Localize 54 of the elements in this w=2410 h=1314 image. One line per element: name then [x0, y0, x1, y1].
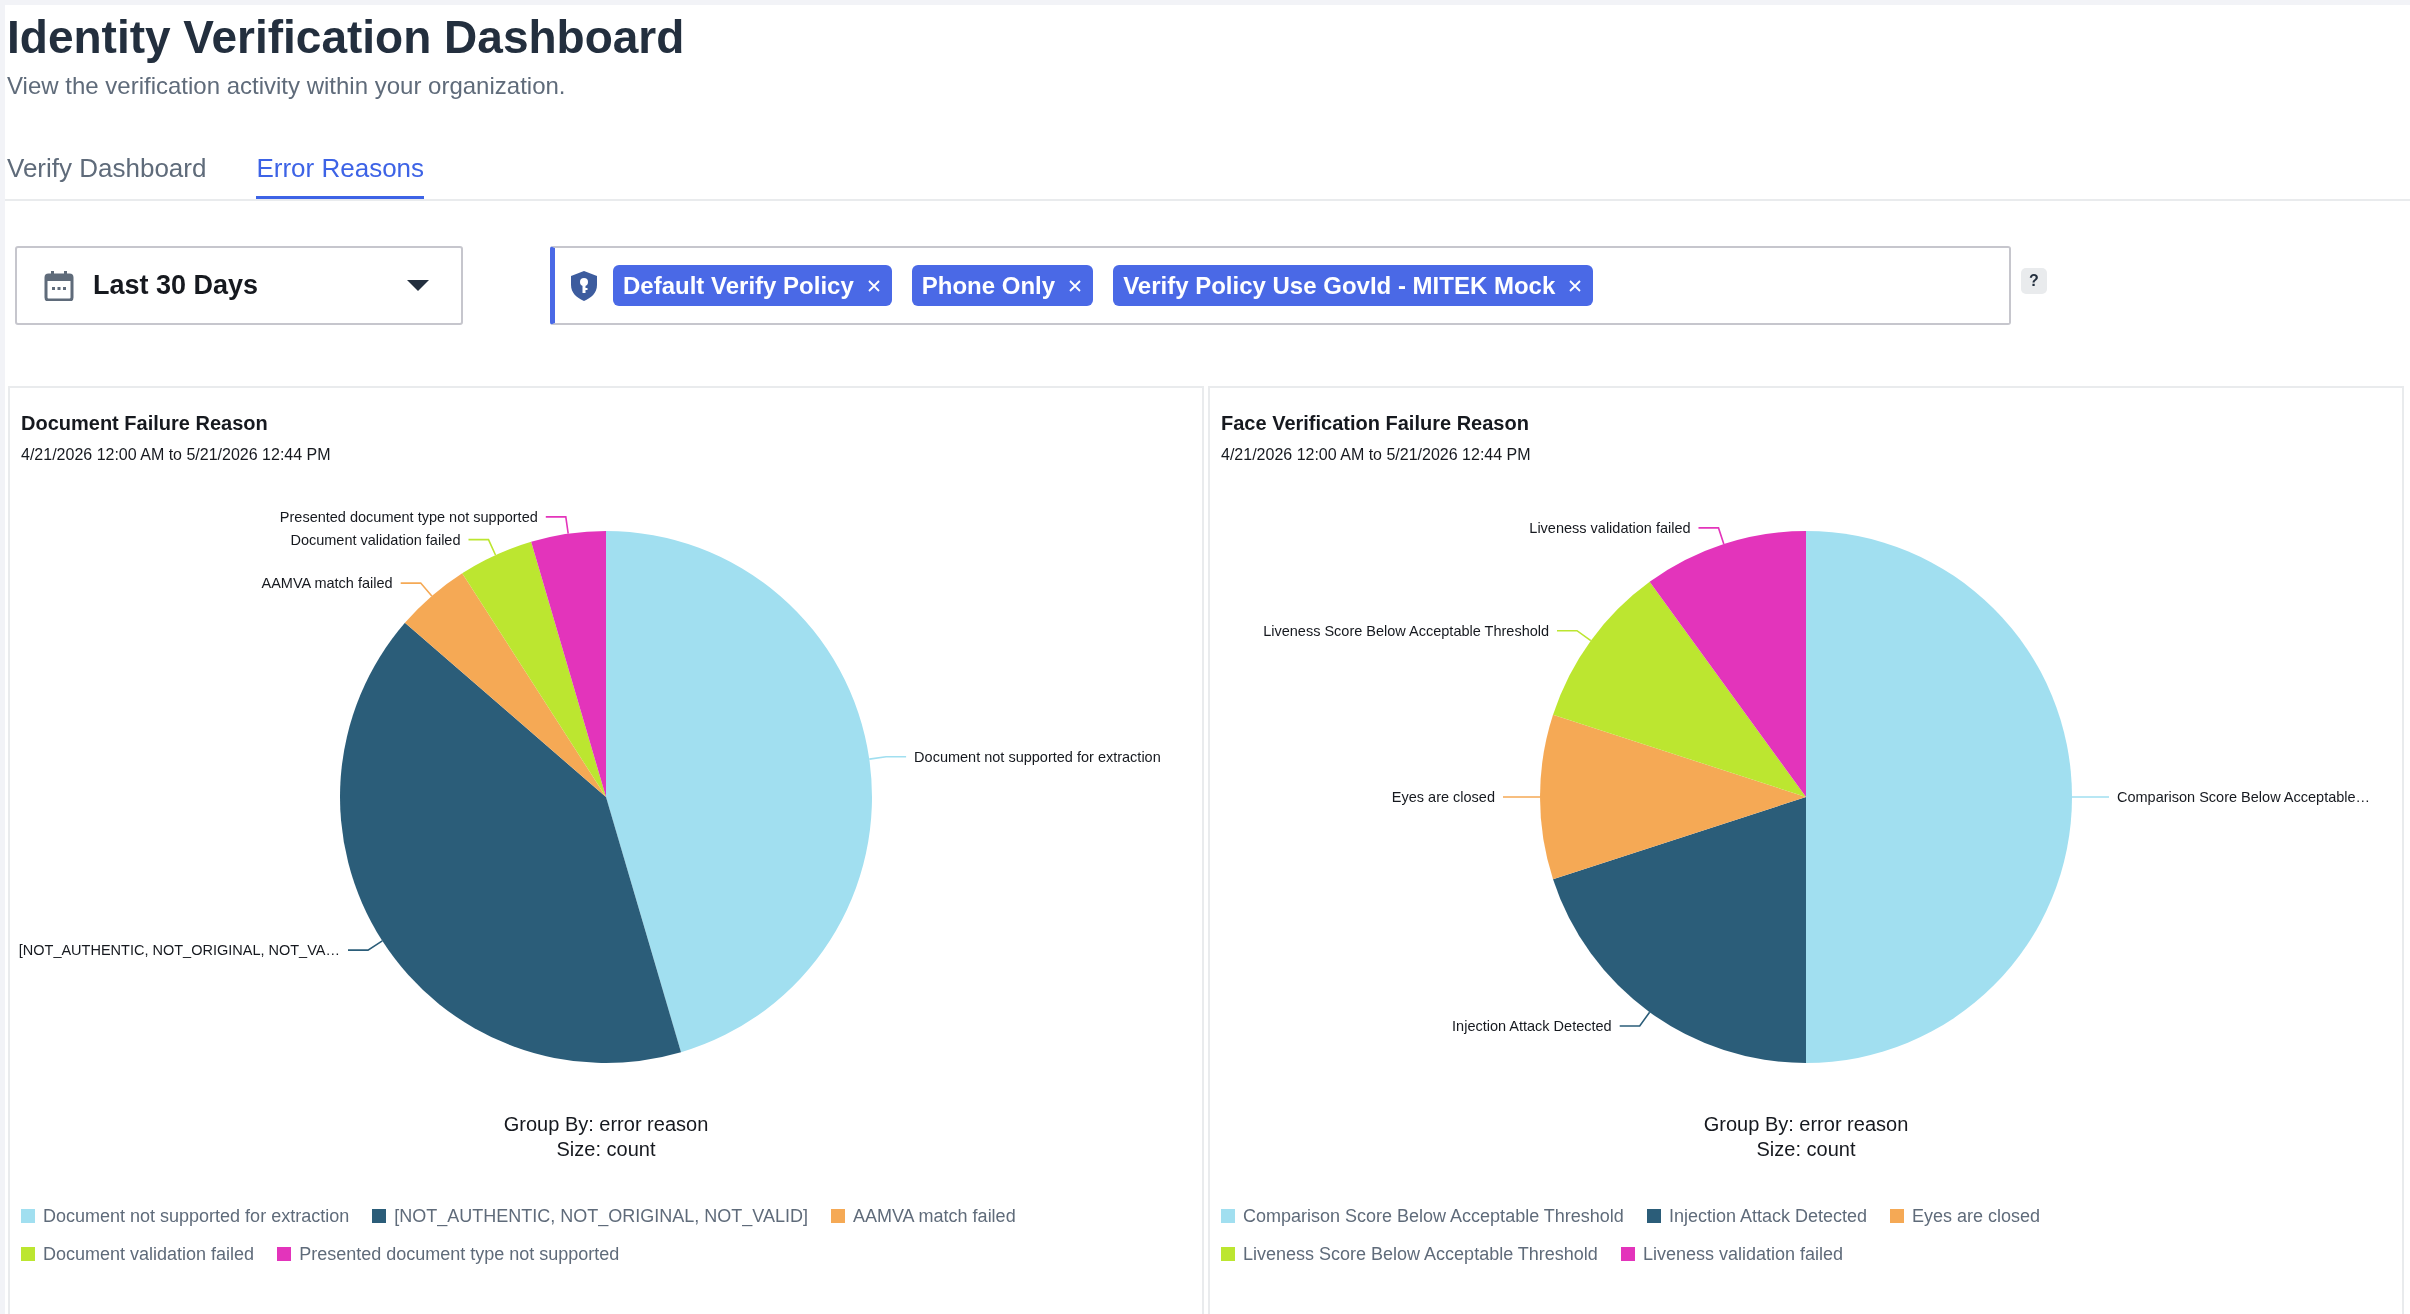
policy-filter-field[interactable]: Default Verify Policy Phone Only Verify Policy Use GovId - MITEK Mock: [550, 246, 2011, 325]
tab[interactable]: Error Reasons: [256, 135, 425, 199]
policy-tag[interactable]: Phone Only: [911, 265, 1094, 306]
caret-icon: [407, 280, 429, 291]
leader-line: [1697, 527, 1725, 545]
slice-label: Liveness validation failed: [1529, 519, 1691, 536]
slice-label: Presented document type not supported: [279, 508, 538, 525]
legend-label: Eyes are closed: [1912, 1205, 2041, 1228]
legend-label: AAMVA match failed: [852, 1205, 1016, 1228]
leader-line: [1618, 1011, 1651, 1027]
chart-caption: Group By: error reason: [503, 1112, 709, 1137]
policy-tag[interactable]: Default Verify Policy: [613, 265, 892, 306]
legend-label: [NOT_AUTHENTIC, NOT_ORIGINAL, NOT_VALID]: [394, 1205, 808, 1229]
leader-line: [545, 516, 569, 535]
legend-label: Liveness validation failed: [1642, 1243, 1844, 1266]
remove-icon[interactable]: [1069, 279, 1082, 292]
legend-label: Liveness Score Below Acceptable Threshold: [1243, 1243, 1598, 1266]
legend-label: Injection Attack Detected: [1668, 1205, 1867, 1228]
leader-line: [868, 755, 907, 760]
tab[interactable]: Verify Dashboard: [7, 135, 207, 199]
chart-date-range: 4/21/2026 12:00 AM to 5/21/2026 12:44 PM: [1221, 445, 1532, 465]
remove-icon[interactable]: [867, 279, 880, 292]
remove-icon[interactable]: [1569, 279, 1582, 292]
leader-line: [2071, 796, 2110, 798]
slice-label: Liveness Score Below Acceptable Threshold: [1263, 622, 1550, 639]
leader-line: [1556, 629, 1592, 642]
slice-label: Document not supported for extraction: [914, 748, 1161, 765]
page-subtitle: View the verification activity within your organization.: [7, 71, 567, 101]
slice-label: Eyes are closed: [1391, 789, 1495, 805]
leader-line: [347, 940, 384, 951]
slice-label: AAMVA match failed: [261, 575, 393, 592]
policy-tag[interactable]: Verify Policy Use GovId - MITEK Mock: [1113, 265, 1594, 306]
date-range-dropdown[interactable]: Last 30 Days: [15, 246, 463, 325]
legend-label: Document not supported for extraction: [43, 1205, 350, 1228]
legend-label: Comparison Score Below Acceptable Threshold: [1243, 1205, 1624, 1228]
page-title: Identity Verification Dashboard: [7, 10, 686, 65]
slice-label: [NOT_AUTHENTIC, NOT_ORIGINAL, NOT_VA…: [18, 942, 340, 959]
chart-caption: Group By: error reason: [1703, 1112, 1909, 1137]
leader-line: [467, 538, 497, 556]
shield-icon: [571, 270, 597, 301]
chart-title: Face Verification Failure Reason: [1221, 411, 1530, 436]
help-button[interactable]: ?: [2021, 268, 2047, 294]
chart-date-range: 4/21/2026 12:00 AM to 5/21/2026 12:44 PM: [21, 445, 332, 465]
slice-label: Document validation failed: [290, 531, 461, 548]
slice-label: Comparison Score Below Acceptable…: [2117, 789, 2371, 805]
leader-line: [399, 582, 433, 597]
legend-label: Presented document type not supported: [299, 1243, 620, 1266]
slice-label: Injection Attack Detected: [1452, 1017, 1612, 1034]
leader-line: [1502, 796, 1541, 798]
legend-label: Document validation failed: [43, 1243, 255, 1266]
chart-title: Document Failure Reason: [21, 411, 269, 436]
chart-caption: Size: count: [556, 1137, 656, 1162]
calendar-icon: [44, 270, 74, 301]
chart-caption: Size: count: [1756, 1137, 1856, 1162]
